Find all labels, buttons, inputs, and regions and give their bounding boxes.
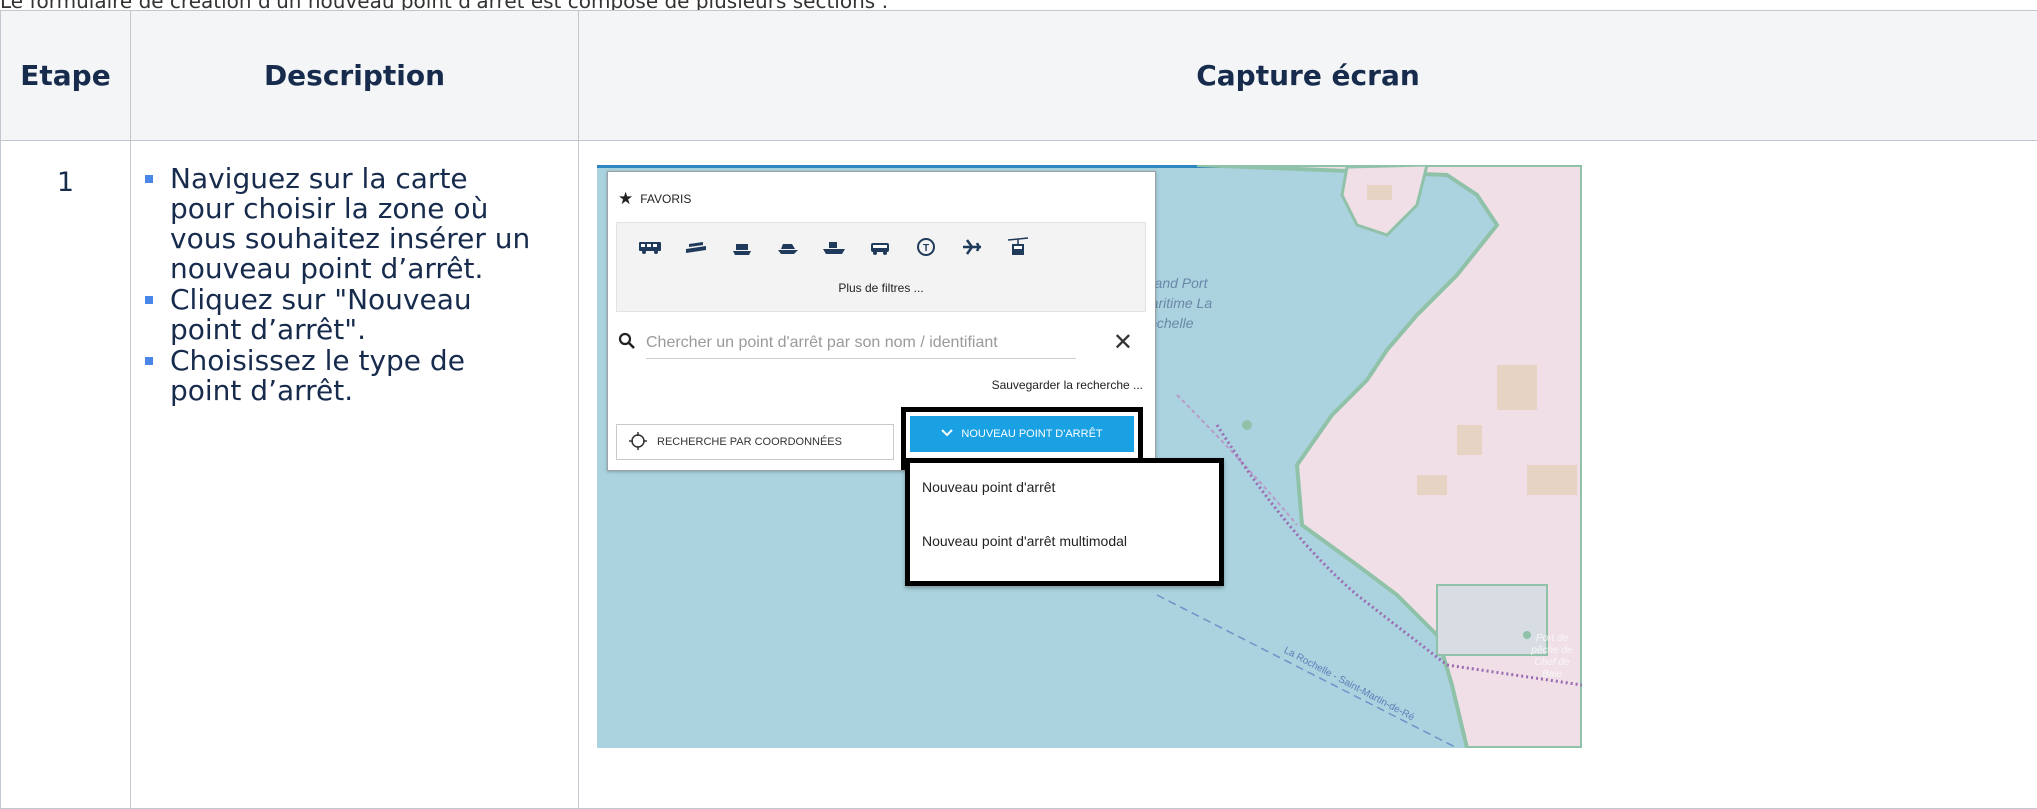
capture-cell: Grand Port Maritime La Rochelle Port de … <box>579 141 2037 809</box>
header-capture: Capture écran <box>579 11 2037 141</box>
description-cell: Naviguez sur la carte pour choisir la zo… <box>131 141 579 809</box>
header-step: Etape <box>1 11 131 141</box>
instruction-item: Naviguez sur la carte pour choisir la zo… <box>170 164 577 284</box>
favorites-label: FAVORIS <box>640 192 691 206</box>
steps-table: Etape Description Capture écran 1 Navigu… <box>0 10 2037 809</box>
svg-text:T: T <box>923 243 929 254</box>
instruction-item: Cliquez sur "Nouveau point d’arrêt". <box>170 285 577 345</box>
table-row: 1 Naviguez sur la carte pour choisir la … <box>1 141 2037 809</box>
new-stop-button[interactable]: NOUVEAU POINT D'ARRÊT <box>910 416 1134 452</box>
coordinate-search-button[interactable]: RECHERCHE PAR COORDONNÉES <box>616 424 894 460</box>
airplane-icon[interactable] <box>949 233 995 261</box>
close-icon[interactable]: ✕ <box>1113 328 1133 358</box>
table-header-row: Etape Description Capture écran <box>1 11 2037 141</box>
ship-icon[interactable] <box>811 233 857 261</box>
save-search-link[interactable]: Sauvegarder la recherche ... <box>992 378 1143 392</box>
new-stop-label: NOUVEAU POINT D'ARRÊT <box>961 428 1102 440</box>
boat-icon[interactable] <box>765 233 811 261</box>
stop-search-input[interactable] <box>646 328 1076 359</box>
instruction-item: Choisissez le type de point d’arrêt. <box>170 346 577 406</box>
dropdown-item-new-multimodal-stop[interactable]: Nouveau point d'arrêt multimodal <box>922 533 1127 549</box>
favorites-toggle[interactable]: ★ FAVORIS <box>618 192 691 206</box>
chevron-down-icon <box>941 428 953 440</box>
bus-icon[interactable] <box>627 233 673 261</box>
instruction-list: Naviguez sur la carte pour choisir la zo… <box>132 164 577 406</box>
header-description: Description <box>131 11 579 141</box>
mode-row: T <box>627 233 1041 261</box>
star-icon: ★ <box>618 193 633 205</box>
crosshair-icon <box>629 432 647 453</box>
coach-icon[interactable] <box>857 233 903 261</box>
gondola-icon[interactable] <box>995 233 1041 261</box>
coordinate-search-label: RECHERCHE PAR COORDONNÉES <box>657 436 842 448</box>
map-screenshot: Grand Port Maritime La Rochelle Port de … <box>597 165 1582 748</box>
transport-filters: T Plus de filtres ... <box>616 222 1146 312</box>
cable-car-icon[interactable] <box>719 233 765 261</box>
fishing-port-label: Port de pêche de Chef de Baie <box>1529 633 1575 681</box>
search-icon <box>618 332 636 355</box>
dropdown-item-new-stop[interactable]: Nouveau point d'arrêt <box>922 479 1055 495</box>
tram-icon[interactable]: T <box>903 233 949 261</box>
new-stop-dropdown: Nouveau point d'arrêt Nouveau point d'ar… <box>905 458 1224 586</box>
search-panel: ★ FAVORIS T <box>607 171 1156 471</box>
step-number: 1 <box>1 141 131 809</box>
search-row: ✕ <box>618 328 1143 360</box>
ferry-icon[interactable] <box>673 233 719 261</box>
more-filters-link[interactable]: Plus de filtres ... <box>617 281 1145 295</box>
